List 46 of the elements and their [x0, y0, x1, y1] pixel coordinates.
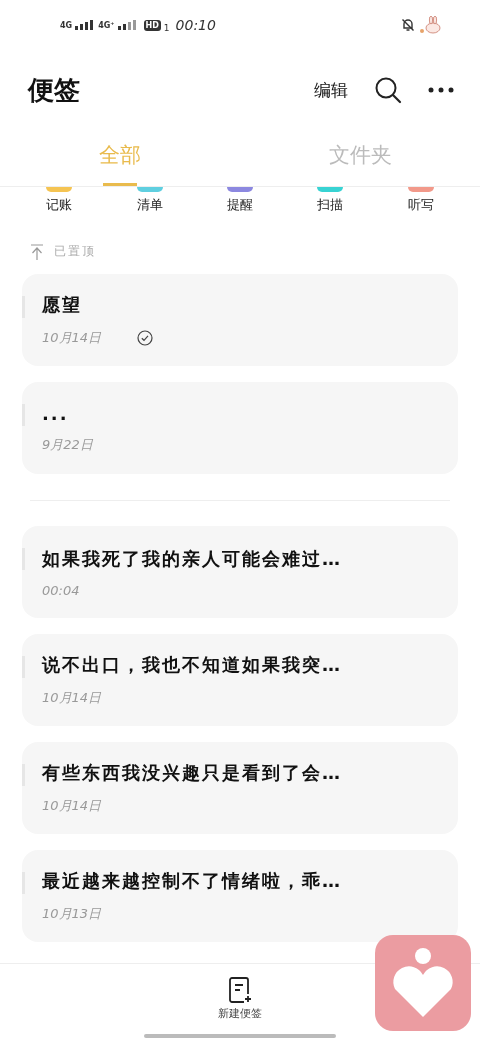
- note-card[interactable]: 有些东西我没兴趣只是看到了会… 10月14日: [22, 742, 458, 834]
- shortcut-label[interactable]: 提醒: [226, 196, 253, 214]
- search-icon[interactable]: [374, 76, 402, 104]
- shortcut-icon[interactable]: [407, 187, 434, 192]
- note-title: 说不出口，我也不知道如果我突…: [42, 653, 343, 677]
- pin-top-icon: [30, 243, 44, 260]
- note-title: 最近越来越控制不了情绪啦，乖…: [42, 869, 343, 893]
- bell-off-icon: [401, 18, 415, 32]
- note-card[interactable]: ... 9月22日: [22, 382, 458, 474]
- edit-button[interactable]: 编辑: [314, 78, 348, 102]
- shortcut-label[interactable]: 记账: [46, 196, 73, 214]
- note-date: 10月14日: [42, 797, 102, 815]
- shortcut-label[interactable]: 清单: [136, 196, 163, 214]
- shortcut-icon[interactable]: [46, 187, 73, 192]
- note-title: ...: [42, 402, 70, 424]
- clock-time: 00:10: [175, 17, 216, 33]
- note-title: 有些东西我没兴趣只是看到了会…: [42, 761, 343, 785]
- shortcut-label[interactable]: 听写: [407, 196, 434, 214]
- note-card[interactable]: 说不出口，我也不知道如果我突… 10月14日: [22, 634, 458, 726]
- app-title: 便签: [28, 73, 80, 107]
- sim-label: 1: [163, 23, 170, 33]
- hd-badge: HD: [143, 19, 161, 31]
- pinned-label: 已置顶: [54, 243, 96, 260]
- network-label: 4G: [60, 20, 73, 30]
- note-card[interactable]: 如果我死了我的亲人可能会难过… 00:04: [22, 526, 458, 618]
- more-icon[interactable]: [428, 87, 454, 93]
- note-title: 如果我死了我的亲人可能会难过…: [42, 546, 343, 571]
- signal-icon: [117, 20, 138, 30]
- note-card[interactable]: 愿望 10月14日: [22, 274, 458, 366]
- note-date: 9月22日: [42, 435, 93, 454]
- shortcut-icon[interactable]: [226, 187, 253, 192]
- signal-icon: [75, 20, 96, 30]
- rabbit-icon: [418, 16, 442, 34]
- shortcut-icon[interactable]: [317, 187, 344, 192]
- note-date: 10月14日: [42, 689, 102, 707]
- note-title: 愿望: [42, 293, 83, 317]
- note-date: 10月14日: [42, 329, 102, 347]
- shortcut-label[interactable]: 扫描: [317, 196, 344, 214]
- shortcut-icon[interactable]: [136, 187, 163, 192]
- note-card[interactable]: 最近越来越控制不了情绪啦，乖… 10月13日: [22, 850, 458, 942]
- network-label: 4G⁺: [98, 20, 115, 30]
- note-date: 10月13日: [42, 905, 102, 923]
- new-note-button[interactable]: 新建便签: [218, 976, 262, 1021]
- note-add-icon: [228, 976, 252, 1004]
- note-date: 00:04: [42, 582, 80, 598]
- floating-app-icon[interactable]: [375, 935, 471, 1031]
